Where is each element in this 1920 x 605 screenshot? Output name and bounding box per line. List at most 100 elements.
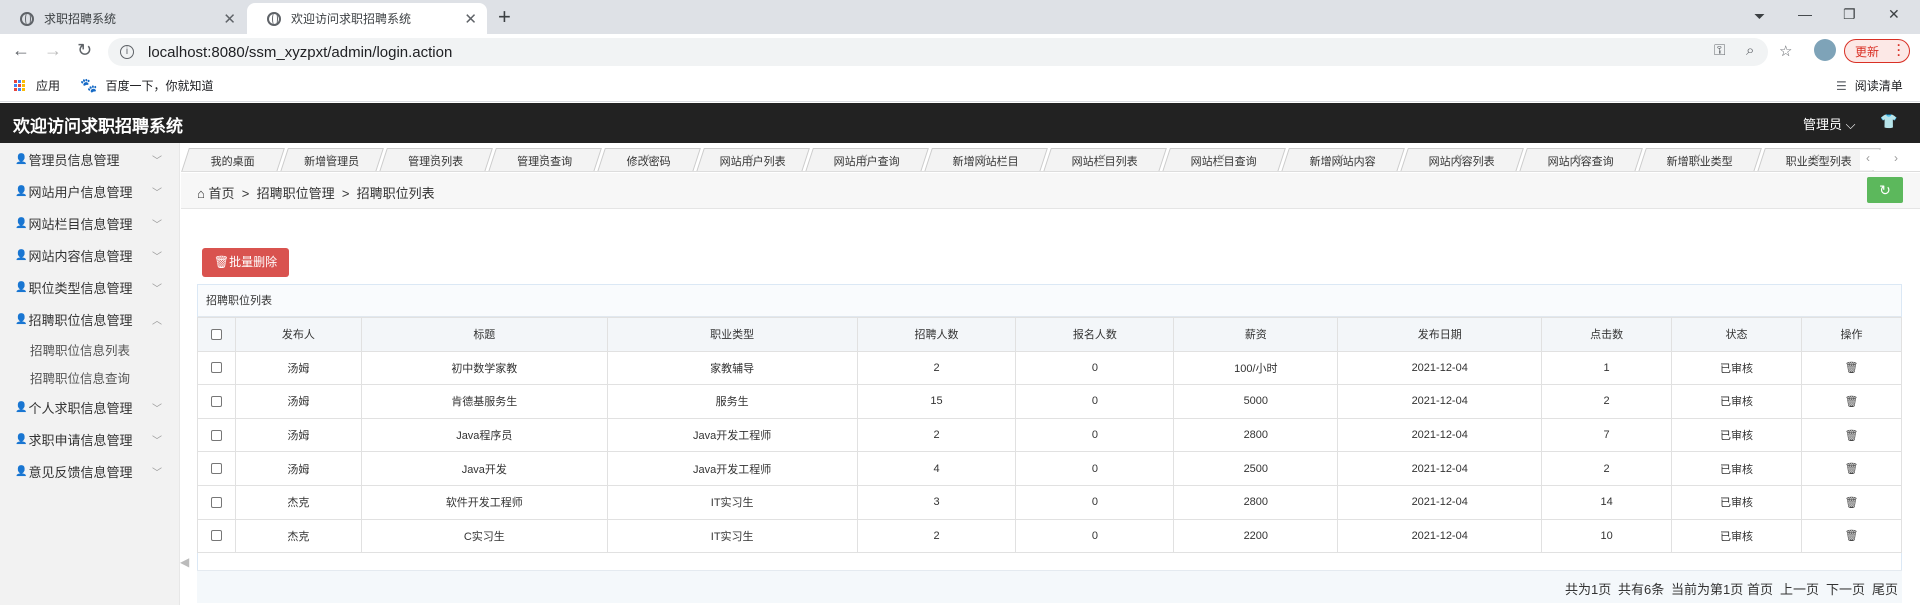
bookmark-apps[interactable]: 应用 (14, 77, 60, 94)
bulk-delete-button[interactable]: 🗑批量删除 (202, 248, 289, 277)
sidebar-item-site-users[interactable]: 👤 网站用户信息管理 ﹀ (0, 175, 179, 207)
row-checkbox[interactable] (210, 429, 222, 441)
key-icon[interactable]: ⚿ (1714, 42, 1725, 59)
close-tab-icon[interactable]: ✕ (285, 153, 373, 164)
tab-scroll-left-icon[interactable]: ‹ (1866, 151, 1870, 165)
close-tab-icon[interactable]: ✕ (602, 153, 690, 164)
close-tab-icon[interactable]: ✕ (929, 153, 1037, 164)
pager-first[interactable]: 首页 (1747, 579, 1773, 598)
row-actions-cell: 🗑 (1800, 417, 1903, 453)
minimize-button[interactable]: — (1798, 6, 1812, 22)
star-icon[interactable]: ☆ (1779, 42, 1792, 60)
page-tab[interactable]: 网站栏目查询 ✕ (1162, 148, 1286, 171)
table-cell: IT实习生 (606, 518, 858, 554)
address-bar[interactable]: i localhost:8080/ssm_xyzpxt/admin/login.… (108, 38, 1768, 66)
sidebar-item-job-postings[interactable]: 👤 招聘职位信息管理 ︿ (0, 303, 179, 335)
new-tab-button[interactable]: + (498, 4, 511, 30)
bookmark-baidu[interactable]: 🐾 百度一下，你就知道 (80, 77, 213, 94)
column-header: 点击数 (1541, 317, 1673, 352)
close-tab-icon[interactable]: ✕ (223, 10, 236, 28)
delete-icon[interactable]: 🗑 (1845, 430, 1859, 442)
delete-icon[interactable]: 🗑 (1845, 530, 1859, 542)
column-header: 标题 (360, 317, 608, 352)
table-cell: Java开发工程师 (606, 451, 858, 486)
page-tab[interactable]: 网站内容列表 ✕ (1400, 148, 1524, 171)
forward-arrow-icon[interactable]: → (44, 40, 62, 61)
sidebar-subitem-job-list[interactable]: 招聘职位信息列表 (0, 335, 179, 363)
sidebar-item-feedback[interactable]: 👤 意见反馈信息管理 ﹀ (0, 455, 179, 487)
sidebar-subitem-job-query[interactable]: 招聘职位信息查询 (0, 363, 179, 391)
close-tab-icon[interactable]: ✕ (1762, 153, 1870, 164)
table-cell: 0 (1015, 384, 1175, 419)
breadcrumb-level1[interactable]: 招聘职位管理 (257, 186, 335, 201)
tab-scroll-right-icon[interactable]: › (1894, 151, 1898, 165)
page-tab[interactable]: 网站栏目列表 ✕ (1043, 148, 1167, 171)
sidebar-item-site-columns[interactable]: 👤 网站栏目信息管理 ﹀ (0, 207, 179, 239)
close-tab-icon[interactable]: ✕ (1286, 153, 1394, 164)
page-tab[interactable]: 新增网站栏目 ✕ (924, 148, 1048, 171)
more-menu-icon[interactable]: · · · (1897, 39, 1901, 61)
sidebar-item-job-types[interactable]: 👤 职位类型信息管理 ﹀ (0, 271, 179, 303)
page-tab[interactable]: 新增网站内容 ✕ (1281, 148, 1405, 171)
table-cell: 2021-12-04 (1337, 417, 1543, 453)
row-checkbox[interactable] (210, 463, 222, 475)
chevron-down-icon: ﹀ (152, 187, 162, 199)
tab-search-icon[interactable]: ⏷ (1754, 8, 1765, 25)
update-button[interactable]: 更新 · · · (1844, 39, 1910, 63)
sidebar-item-label: 个人求职信息管理 (28, 400, 133, 416)
page-tab[interactable]: 我的桌面 (181, 148, 285, 171)
sidebar-item-applications[interactable]: 👤 求职申请信息管理 ﹀ (0, 423, 179, 455)
page-tab[interactable]: 网站内容查询 ✕ (1519, 148, 1643, 171)
page-tab[interactable]: 网站用户查询 ✕ (805, 148, 929, 171)
browser-tab-2[interactable]: 欢迎访问求职招聘系统 ✕ (247, 3, 487, 34)
theme-shirt-icon[interactable]: 👕 (1880, 113, 1897, 130)
page-tab-label: 我的桌面 (210, 156, 255, 168)
select-all-checkbox[interactable] (210, 328, 222, 340)
breadcrumb-home[interactable]: 首页 (208, 186, 234, 201)
close-tab-icon[interactable]: ✕ (384, 153, 482, 164)
close-tab-icon[interactable]: ✕ (1048, 153, 1156, 164)
close-tab-icon[interactable]: ✕ (1524, 153, 1632, 164)
close-tab-icon[interactable]: ✕ (464, 10, 477, 28)
sidebar-item-admin[interactable]: 👤 管理员信息管理 ﹀ (0, 143, 179, 175)
delete-icon[interactable]: 🗑 (1845, 463, 1859, 475)
close-tab-icon[interactable]: ✕ (1643, 153, 1751, 164)
zoom-icon[interactable]: ⌕ (1746, 42, 1754, 59)
pager-prev[interactable]: 上一页 (1780, 579, 1819, 598)
row-checkbox[interactable] (210, 496, 222, 508)
user-menu[interactable]: 管理员 ⌵ (1803, 114, 1856, 133)
page-tab[interactable]: 管理员查询 ✕ (488, 148, 602, 171)
info-icon[interactable]: i (120, 45, 134, 59)
close-tab-icon[interactable]: ✕ (701, 153, 799, 164)
row-checkbox[interactable] (210, 396, 222, 408)
page-tab[interactable]: 网站用户列表 ✕ (696, 148, 810, 171)
profile-avatar[interactable] (1814, 39, 1836, 61)
reading-list[interactable]: ☰ 阅读清单 (1836, 77, 1903, 94)
sidebar-item-site-content[interactable]: 👤 网站内容信息管理 ﹀ (0, 239, 179, 271)
close-tab-icon[interactable]: ✕ (493, 153, 591, 164)
reload-icon[interactable]: ↻ (77, 40, 92, 61)
refresh-button[interactable]: ↻ (1867, 177, 1903, 203)
delete-icon[interactable]: 🗑 (1845, 362, 1859, 374)
page-tab[interactable]: 新增管理员 ✕ (280, 148, 384, 171)
close-window-button[interactable]: ✕ (1888, 6, 1900, 23)
restore-button[interactable]: ❐ (1843, 6, 1856, 23)
sidebar-item-job-seekers[interactable]: 👤 个人求职信息管理 ﹀ (0, 391, 179, 423)
close-tab-icon[interactable]: ✕ (1167, 153, 1275, 164)
page-tab[interactable]: 新增职业类型 ✕ (1638, 148, 1762, 171)
page-tab[interactable]: 管理员列表 ✕ (379, 148, 493, 171)
pager-next[interactable]: 下一页 (1826, 579, 1865, 598)
tab-scroll-controls: ‹ › (1860, 150, 1920, 170)
delete-icon[interactable]: 🗑 (1845, 396, 1859, 408)
row-checkbox[interactable] (210, 530, 222, 542)
row-checkbox[interactable] (210, 362, 222, 374)
table-cell: 2021-12-04 (1337, 518, 1543, 554)
browser-tab-1[interactable]: 求职招聘系统 ✕ (0, 3, 246, 34)
sidebar-collapse-icon[interactable]: ◀ (180, 555, 193, 585)
close-tab-icon[interactable]: ✕ (810, 153, 918, 164)
pager-last[interactable]: 尾页 (1872, 579, 1898, 598)
page-tab[interactable]: 修改密码 ✕ (597, 148, 701, 171)
back-arrow-icon[interactable]: ← (12, 40, 30, 61)
close-tab-icon[interactable]: ✕ (1405, 153, 1513, 164)
delete-icon[interactable]: 🗑 (1845, 497, 1859, 509)
